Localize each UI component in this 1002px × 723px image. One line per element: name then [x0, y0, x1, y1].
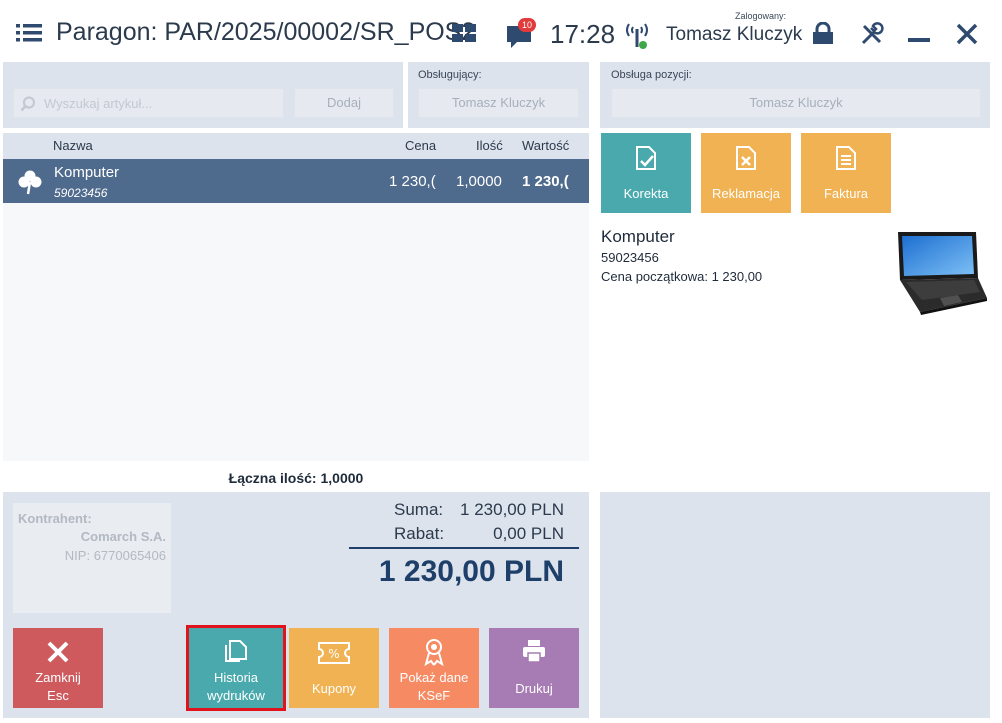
contractor-name: Comarch S.A. — [80, 529, 166, 544]
row-quantity: 1,0000 — [456, 173, 502, 190]
clock: 17:28 — [550, 19, 616, 49]
document-check-icon — [636, 146, 656, 170]
position-service-field[interactable]: Tomasz Kluczyk — [611, 88, 981, 118]
contractor-label: Kontrahent: — [18, 511, 92, 526]
notifications-badge: 10 — [518, 18, 536, 32]
search-icon — [20, 96, 36, 112]
print-history-label-1: Historia — [213, 670, 259, 685]
position-service-value: Tomasz Kluczyk — [749, 95, 843, 110]
right-bottom-panel — [600, 492, 990, 718]
close-window-icon[interactable] — [956, 23, 978, 45]
discount-label: Rabat: — [394, 524, 445, 543]
total-quantity-value: 1,0000 — [320, 470, 364, 486]
connection-status-icon[interactable] — [624, 20, 650, 50]
grand-total: 1 230,00 PLN — [378, 555, 564, 588]
clover-icon — [18, 170, 42, 195]
summary-divider — [349, 547, 579, 549]
logged-in-label: Zalogowany: — [735, 11, 787, 21]
total-quantity: Łączna ilość: 1,0000 — [3, 463, 589, 491]
item-detail-code: 59023456 — [601, 250, 659, 265]
coupon-icon: % — [318, 642, 350, 664]
logged-in-user: Tomasz Kluczyk — [666, 24, 803, 45]
correction-button[interactable]: Korekta — [601, 133, 691, 213]
title-bar: Paragon: PAR/2025/00002/SR_POS2 10 17:28 — [0, 0, 1002, 62]
copy-documents-icon — [225, 640, 247, 662]
print-label: Drukuj — [515, 681, 553, 696]
x-icon — [47, 641, 69, 663]
column-name[interactable]: Nazwa — [53, 138, 93, 153]
add-button[interactable]: Dodaj — [294, 88, 394, 118]
add-button-label: Dodaj — [327, 95, 361, 110]
printer-icon — [523, 640, 545, 663]
windows-grid-icon[interactable] — [452, 24, 476, 42]
document-lines-icon — [836, 146, 856, 170]
tools-icon[interactable] — [860, 22, 884, 46]
item-detail-price: Cena początkowa: 1 230,00 — [601, 269, 763, 284]
correction-label: Korekta — [623, 186, 669, 201]
show-ksef-label-1: Pokaż dane — [399, 670, 469, 685]
operator-label: Obsługujący: — [418, 69, 482, 81]
position-service-label: Obsługa pozycji: — [611, 69, 692, 81]
row-value: 1 230,( — [522, 173, 569, 190]
discount-value: 0,00 PLN — [493, 524, 564, 543]
table-row[interactable]: Komputer 59023456 1 230,( 1,0000 1 230,( — [3, 159, 589, 203]
minimize-icon[interactable] — [908, 38, 930, 42]
invoice-button[interactable]: Faktura — [801, 133, 891, 213]
item-detail-name: Komputer — [601, 227, 675, 246]
award-icon — [424, 639, 444, 666]
print-history-label-2: wydruków — [207, 688, 265, 703]
search-placeholder: Wyszukaj artykuł... — [44, 96, 153, 111]
column-quantity[interactable]: Ilość — [476, 138, 503, 153]
lock-icon[interactable] — [812, 21, 834, 44]
print-history-button[interactable]: Historia wydruków — [186, 625, 286, 711]
operator-value: Tomasz Kluczyk — [451, 95, 546, 110]
sum-label: Suma: — [394, 500, 444, 519]
coupons-label: Kupony — [311, 681, 357, 696]
document-x-icon — [736, 146, 756, 170]
menu-icon[interactable] — [16, 24, 42, 42]
close-button[interactable]: Zamknij Esc — [13, 628, 103, 708]
document-title: Paragon: PAR/2025/00002/SR_POS2 — [56, 18, 476, 46]
show-ksef-button[interactable]: Pokaż dane KSeF — [389, 628, 479, 708]
table-header: Nazwa Cena Ilość Wartość — [3, 133, 589, 159]
search-input[interactable]: Wyszukaj artykuł... — [13, 88, 284, 118]
row-name: Komputer — [54, 164, 120, 181]
close-label-2: Esc — [47, 688, 69, 703]
contractor-nip: NIP: 6770065406 — [64, 548, 166, 563]
complaint-button[interactable]: Reklamacja — [701, 133, 791, 213]
column-price[interactable]: Cena — [405, 138, 436, 153]
svg-text:%: % — [328, 647, 339, 661]
column-value[interactable]: Wartość — [522, 138, 569, 153]
row-price: 1 230,( — [389, 173, 436, 190]
contractor-card[interactable]: Kontrahent: Comarch S.A. NIP: 6770065406 — [13, 503, 171, 613]
coupons-button[interactable]: % Kupony — [289, 628, 379, 708]
total-quantity-label: Łączna ilość: — [228, 470, 317, 486]
complaint-label: Reklamacja — [712, 186, 780, 201]
items-list-area — [3, 203, 589, 461]
row-code: 59023456 — [54, 186, 108, 200]
show-ksef-label-2: KSeF — [417, 688, 451, 703]
invoice-label: Faktura — [823, 186, 869, 201]
laptop-image — [890, 230, 988, 315]
print-button[interactable]: Drukuj — [489, 628, 579, 708]
sum-value: 1 230,00 PLN — [460, 500, 564, 519]
close-label-1: Zamknij — [35, 670, 81, 685]
operator-field[interactable]: Tomasz Kluczyk — [418, 88, 579, 118]
